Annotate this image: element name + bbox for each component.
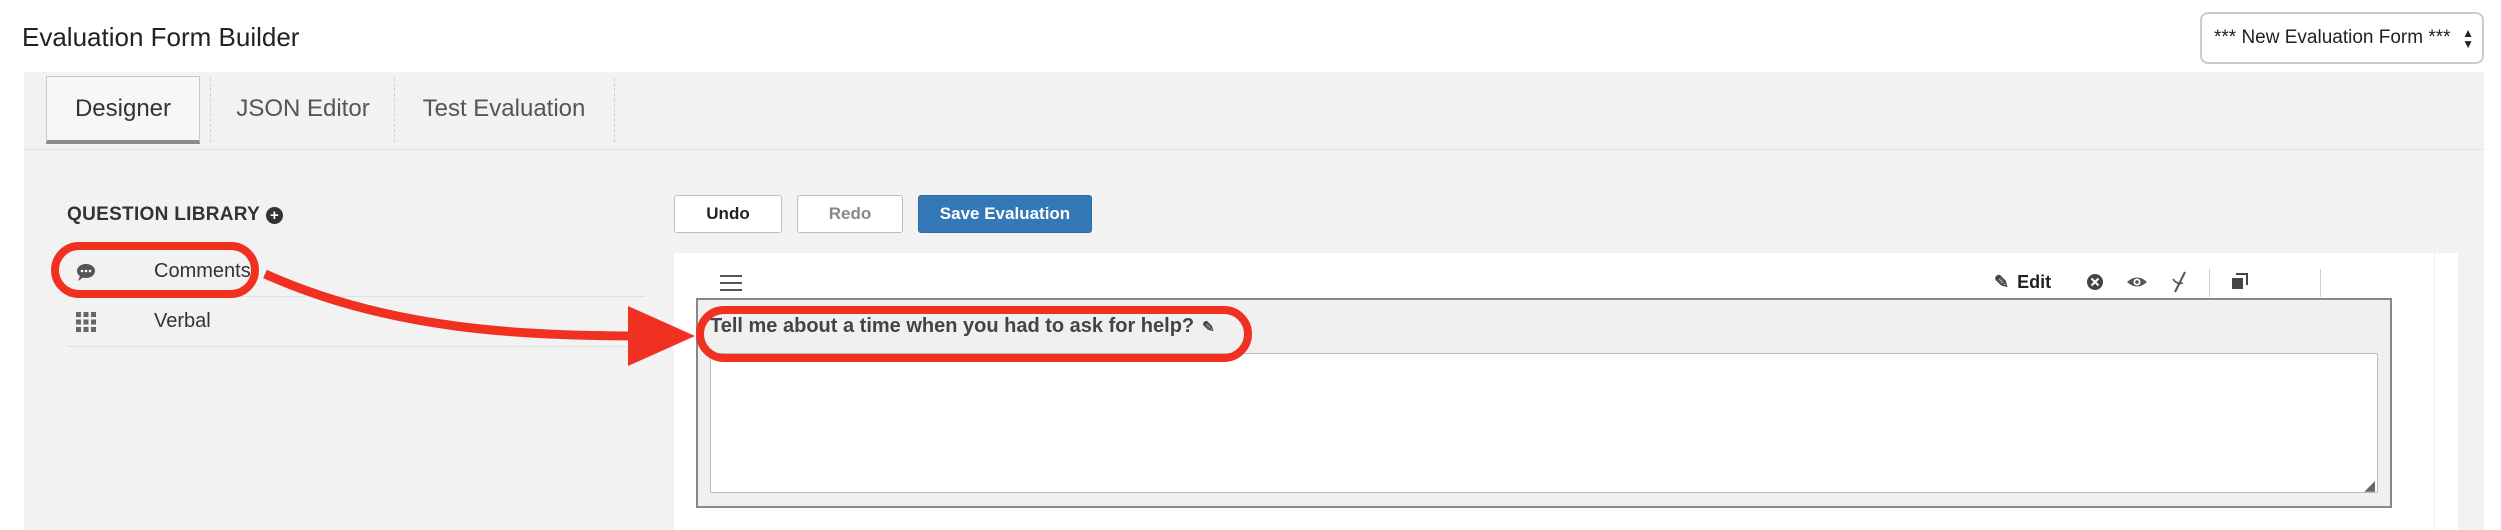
branch-icon[interactable] — [2169, 271, 2191, 293]
save-evaluation-button[interactable]: Save Evaluation — [918, 195, 1092, 233]
eye-icon[interactable] — [2126, 271, 2148, 293]
pencil-icon[interactable]: ✎ — [1202, 318, 1215, 336]
tab-json-editor[interactable]: JSON Editor — [214, 72, 392, 146]
library-item-label: Verbal — [154, 310, 211, 332]
right-rail — [2434, 253, 2458, 530]
app-title: Evaluation Form Builder — [22, 22, 300, 52]
question-card[interactable]: Tell me about a time when you had to ask… — [696, 298, 2392, 508]
form-select-value: *** New Evaluation Form *** — [2214, 27, 2451, 48]
tab-test-evaluation[interactable]: Test Evaluation — [396, 72, 612, 146]
library-item-label: Comments — [154, 260, 251, 282]
designer-content: QUESTION LIBRARY + Comments Verbal Undo … — [24, 150, 2484, 530]
pencil-icon: ✎ — [1994, 271, 2010, 292]
remove-icon[interactable] — [2084, 271, 2106, 293]
tab-designer[interactable]: Designer — [46, 76, 200, 144]
copy-icon[interactable] — [2229, 271, 2251, 293]
question-label: Tell me about a time when you had to ask… — [710, 315, 1195, 337]
drag-handle-icon[interactable] — [720, 275, 742, 291]
edit-label: Edit — [2017, 271, 2052, 292]
tab-divider — [614, 78, 615, 142]
tabs-bar: Designer JSON Editor Test Evaluation — [24, 72, 2484, 150]
select-arrows-icon: ▲ ▼ — [2462, 26, 2474, 51]
tab-divider — [394, 78, 395, 142]
undo-button[interactable]: Undo — [674, 195, 782, 233]
library-item-comments[interactable]: Comments — [67, 247, 645, 297]
form-select[interactable]: *** New Evaluation Form *** ▲ ▼ — [2200, 12, 2484, 64]
speech-bubble-icon — [77, 264, 95, 281]
toolbar-divider — [2320, 269, 2321, 297]
add-question-icon[interactable]: + — [266, 206, 284, 224]
edit-button[interactable]: ✎ Edit — [1994, 267, 2051, 297]
answer-textarea[interactable]: ◢ — [710, 353, 2378, 493]
question-library-label: QUESTION LIBRARY — [67, 204, 261, 225]
tab-divider — [210, 78, 211, 142]
question-panel: ✎ Edit Tell me about a time when you had… — [674, 253, 2434, 530]
resize-grip-icon[interactable]: ◢ — [2364, 478, 2375, 492]
grid-icon — [76, 312, 96, 332]
question-library-title: QUESTION LIBRARY + — [67, 204, 284, 226]
library-item-verbal[interactable]: Verbal — [67, 297, 645, 347]
toolbar-divider — [2209, 269, 2210, 297]
redo-button[interactable]: Redo — [797, 195, 903, 233]
question-text[interactable]: Tell me about a time when you had to ask… — [710, 315, 1215, 338]
